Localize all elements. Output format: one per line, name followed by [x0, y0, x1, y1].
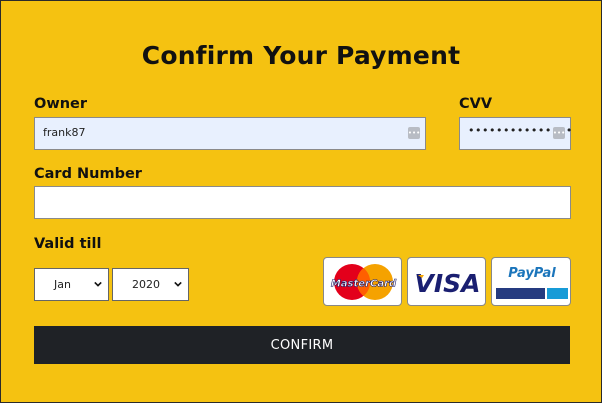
paypal-text: PayPal	[508, 266, 556, 281]
visa-text: VISA	[414, 269, 480, 298]
month-select[interactable]: Jan	[34, 268, 109, 301]
mastercard-icon: MasterCard	[331, 264, 397, 300]
visa-logo[interactable]: VISA	[407, 257, 486, 306]
valid-till-label: Valid till	[34, 236, 102, 252]
mastercard-logo[interactable]: MasterCard	[323, 257, 402, 306]
chevron-down-icon	[174, 281, 182, 287]
page-title: Confirm Your Payment	[141, 41, 461, 70]
owner-input[interactable]: frank87 •••	[34, 117, 426, 150]
visa-icon: VISA	[414, 269, 480, 298]
confirm-button[interactable]: CONFIRM	[34, 326, 570, 364]
cvv-input[interactable]: ••••••••••••••• •••	[459, 117, 572, 150]
month-value: Jan	[54, 278, 71, 291]
owner-value: frank87	[43, 126, 86, 139]
card-number-label: Card Number	[34, 166, 142, 182]
paypal-icon: PayPal	[496, 266, 568, 299]
password-manager-icon[interactable]: •••	[408, 127, 420, 139]
chevron-down-icon	[94, 281, 102, 287]
password-manager-icon[interactable]: •••	[553, 127, 565, 139]
paypal-logo[interactable]: PayPal	[491, 257, 571, 306]
year-value: 2020	[132, 278, 160, 291]
year-select[interactable]: 2020	[112, 268, 189, 301]
cvv-label: CVV	[459, 96, 493, 112]
card-number-input[interactable]	[34, 186, 571, 219]
mastercard-text: MasterCard	[331, 279, 397, 290]
owner-label: Owner	[34, 96, 88, 112]
